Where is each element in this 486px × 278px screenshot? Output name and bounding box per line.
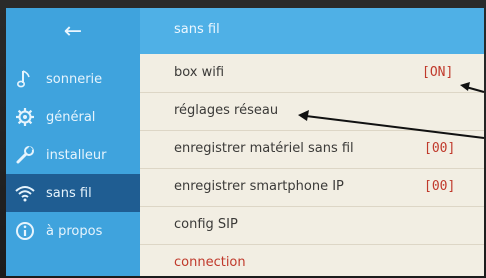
row-label: enregistrer smartphone IP <box>174 179 344 194</box>
back-button[interactable]: ← <box>6 8 140 54</box>
sidebar-item-label: sans fil <box>46 185 92 201</box>
smartphone-count: [00] <box>424 179 456 194</box>
music-note-icon <box>14 68 36 90</box>
box-wifi-status: [ON] <box>422 65 454 80</box>
row-label: réglages réseau <box>174 103 279 118</box>
row-label: config SIP <box>174 217 238 232</box>
sidebar-item-sonnerie[interactable]: sonnerie <box>6 60 140 98</box>
header-bar: sans fil <box>140 8 484 54</box>
sidebar-item-label: sonnerie <box>46 71 103 87</box>
info-icon <box>14 220 36 242</box>
sidebar-item-a-propos[interactable]: à propos <box>6 212 140 250</box>
sidebar-item-label: installeur <box>46 147 107 163</box>
sidebar-item-label: général <box>46 109 96 125</box>
back-arrow-icon: ← <box>63 18 83 44</box>
materiel-count: [00] <box>424 141 456 156</box>
menu-row-config-sip[interactable]: config SIP <box>140 206 484 245</box>
page-title: sans fil <box>174 22 220 37</box>
sidebar-item-sans-fil[interactable]: sans fil <box>6 174 140 212</box>
row-label: box wifi <box>174 65 225 80</box>
sidebar-item-installeur[interactable]: installeur <box>6 136 140 174</box>
menu-row-enregistrer-materiel[interactable]: enregistrer matériel sans fil [00] <box>140 130 484 169</box>
wifi-icon <box>14 182 36 204</box>
row-label: connection <box>174 255 246 270</box>
menu-row-enregistrer-smartphone[interactable]: enregistrer smartphone IP [00] <box>140 168 484 207</box>
sidebar: ← sonnerie général installeur sans fil à… <box>6 8 140 276</box>
menu-row-reglages-reseau[interactable]: réglages réseau <box>140 92 484 131</box>
sidebar-item-label: à propos <box>46 223 103 239</box>
menu-row-connection[interactable]: connection <box>140 244 484 276</box>
touch-screen: ← sonnerie général installeur sans fil à… <box>6 8 484 276</box>
menu-row-box-wifi[interactable]: box wifi [ON] <box>140 54 484 93</box>
wrench-icon <box>14 144 36 166</box>
settings-list: box wifi [ON] réglages réseau enregistre… <box>140 54 484 276</box>
gear-icon <box>14 106 36 128</box>
sidebar-item-general[interactable]: général <box>6 98 140 136</box>
row-label: enregistrer matériel sans fil <box>174 141 354 156</box>
